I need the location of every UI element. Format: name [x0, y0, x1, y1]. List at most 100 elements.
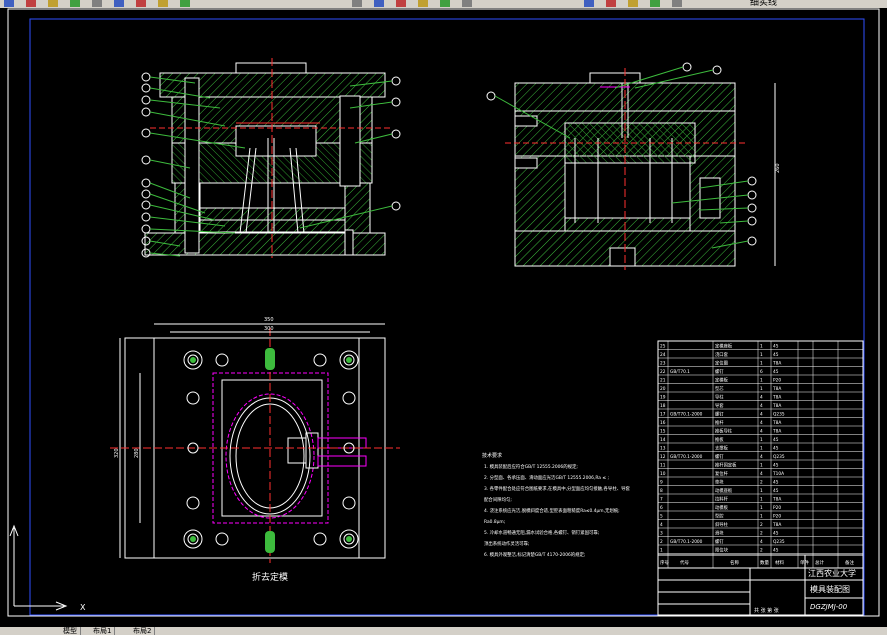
bom-cell: 10 [660, 471, 666, 477]
bom-cell: 动模座板 [715, 487, 733, 494]
title-drawing-name: 模具装配图 [810, 584, 850, 594]
pan-icon[interactable] [396, 0, 406, 7]
bom-cell: 复位杆 [715, 470, 729, 477]
layer-icon[interactable] [650, 0, 660, 7]
bom-cell: 推杆固定板 [715, 462, 737, 469]
bom-cell: 21 [660, 378, 666, 384]
bom-row: 11 推杆固定板 1 45 [660, 462, 779, 469]
bom-cell: 25 [660, 344, 666, 350]
bom-cell: P20 [773, 505, 781, 511]
design-center-icon[interactable] [606, 0, 616, 7]
plan-width-inner-dim: 300 [264, 326, 274, 332]
plan-width-dim: 350 [264, 317, 274, 323]
bom-cell: P20 [773, 514, 781, 520]
plan-height-inner-dim: 280 [134, 448, 140, 458]
bom-row: 23 定位圈 1 T8A [660, 360, 781, 367]
bom-cell: T8A [772, 522, 781, 528]
bom-cell: 1 [760, 505, 763, 511]
color-icon[interactable] [672, 0, 682, 7]
note-line: 6. 模具外观整洁,标记清楚GB/T 4170-2006的规定; [484, 551, 585, 558]
layout-tab[interactable]: 布局1 [90, 627, 116, 635]
bom-cell: 45 [773, 480, 779, 486]
cut-icon[interactable] [114, 0, 124, 7]
properties-icon[interactable] [584, 0, 594, 7]
bom-cell: 45 [773, 446, 779, 452]
bom-row: 5 型腔 1 P20 [660, 513, 781, 520]
bom-header-cell: 备注 [845, 559, 854, 566]
bom-cell: 19 [660, 395, 666, 401]
bom-cell: T8A [772, 420, 781, 426]
bom-row: 9 垫块 2 45 [660, 479, 779, 486]
tool-palette-icon[interactable] [628, 0, 638, 7]
layout-tab[interactable]: 布局2 [130, 627, 156, 635]
redo-icon[interactable] [374, 0, 384, 7]
bom-cell: GB/T70.1 [670, 369, 690, 375]
note-line: 4. 浇注系统应光洁,脱模斜度合适,型腔表面粗糙度Ra≤0.4μm,无划痕; [484, 507, 620, 514]
open-icon[interactable] [4, 0, 14, 7]
zoom-realtime-icon[interactable] [418, 0, 428, 7]
bom-row: 18 导套 4 T8A [660, 402, 781, 409]
bom-cell: 4 [760, 539, 763, 545]
copy-icon[interactable] [136, 0, 146, 7]
layout-tabs-bar: 模型 布局1 布局2 [0, 627, 887, 635]
match-icon[interactable] [180, 0, 190, 7]
bom-cell: 4 [760, 420, 763, 426]
bom-cell: 螺钉 [715, 411, 724, 418]
zoom-previous-icon[interactable] [462, 0, 472, 7]
svg-text:X: X [80, 603, 86, 612]
note-line: 配合间隙均匀; [484, 496, 512, 503]
preview-icon[interactable] [70, 0, 80, 7]
plot-icon[interactable] [92, 0, 102, 7]
bom-cell: 16 [660, 420, 666, 426]
paste-icon[interactable] [158, 0, 168, 7]
note-line: 1. 模具装配后应符合GB/T 12555.2006的规定; [484, 463, 578, 470]
bom-cell: 45 [773, 437, 779, 443]
bom-header-cell: 代号 [680, 559, 689, 566]
bom-cell: 1 [760, 352, 763, 358]
bom-cell: 动模板 [715, 504, 729, 511]
bom-cell: 型芯 [715, 385, 724, 392]
bom-cell: 限位块 [715, 547, 729, 554]
bom-row: 7 拉料杆 1 T8A [660, 496, 781, 503]
bom-cell: Q235 [773, 454, 785, 460]
bom-cell: 1 [760, 361, 763, 367]
drawing-canvas[interactable]: 260 350 300 320 280 折去定模 技术要求 1. 模具装配后应符… [0, 8, 887, 627]
bom-cell: 12 [660, 454, 666, 460]
bom-cell: 4 [760, 403, 763, 409]
bom-cell: 1 [660, 548, 663, 554]
drawing-svg[interactable]: 260 350 300 320 280 折去定模 技术要求 1. 模具装配后应符… [0, 8, 887, 627]
bom-cell: 1 [760, 497, 763, 503]
save-icon[interactable] [26, 0, 36, 7]
bom-header-cell: 序号 [660, 559, 669, 566]
bom-cell: 3 [660, 531, 663, 537]
layer-name-label[interactable]: 细实线 [750, 0, 777, 8]
bom-cell: 45 [773, 344, 779, 350]
bom-cell: T8A [772, 429, 781, 435]
bom-row: 24 浇口套 1 45 [660, 351, 779, 358]
view-label: 折去定模 [252, 571, 288, 583]
title-school: 江西农业大学 [808, 568, 856, 578]
notes-title: 技术要求 [482, 452, 502, 459]
bom-cell: 定模板 [715, 377, 729, 384]
bom-cell: T8A [772, 497, 781, 503]
bom-cell: 2 [760, 531, 763, 537]
bom-row: 4 斜导柱 2 T8A [660, 521, 781, 528]
side-section-view: 260 [486, 62, 781, 270]
note-line: 2. 分型面、各承压面、滑动面应光洁GB/T 12555.2006,Ra ≤ ; [484, 474, 609, 481]
bom-row: 2 GB/T70.1-2000 螺钉 4 Q235 [660, 538, 785, 545]
bom-cell: 定位圈 [715, 360, 728, 367]
bom-row: 16 推杆 4 T8A [660, 419, 781, 426]
bom-cell: GB/T70.1-2000 [670, 454, 703, 460]
bom-row: 3 滑块 2 45 [660, 530, 779, 537]
print-icon[interactable] [48, 0, 58, 7]
bom-cell: 浇口套 [715, 351, 729, 358]
bom-cell: 1 [760, 514, 763, 520]
bom-cell: 1 [760, 463, 763, 469]
undo-icon[interactable] [352, 0, 362, 7]
bom-cell: Q235 [773, 412, 785, 418]
bom-cell: P20 [773, 378, 781, 384]
zoom-window-icon[interactable] [440, 0, 450, 7]
layout-tab[interactable]: 模型 [60, 627, 81, 635]
bom-cell: 螺钉 [715, 453, 724, 460]
bom-cell: 7 [660, 497, 663, 503]
